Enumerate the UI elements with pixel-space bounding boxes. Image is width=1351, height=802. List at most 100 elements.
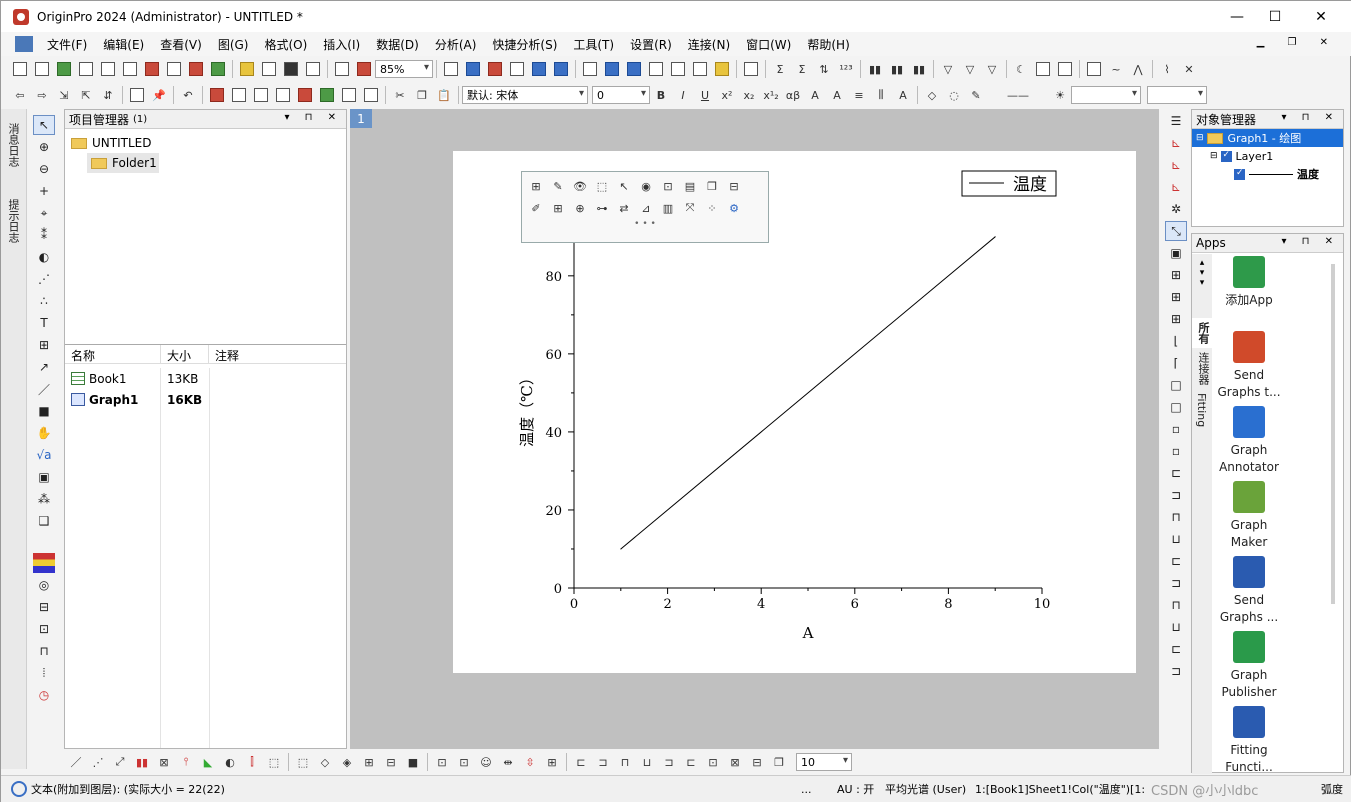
tree-folder[interactable]: Folder1 xyxy=(87,153,159,173)
line-color-icon[interactable]: ✎ xyxy=(966,85,986,105)
align6-icon-r[interactable]: ⊐ xyxy=(1165,573,1187,593)
3d-box-icon[interactable]: ⬚ xyxy=(264,752,284,772)
merge-graphs-icon[interactable]: ⊡ xyxy=(454,752,474,772)
stack-plot-icon[interactable]: ▮▮ xyxy=(909,59,929,79)
list-item[interactable]: Book1 13KB xyxy=(65,368,346,389)
new-matrix-icon[interactable] xyxy=(76,59,96,79)
box-plot-icon[interactable]: ⫿ xyxy=(242,752,262,772)
command-window-icon[interactable] xyxy=(690,59,710,79)
show-all-icon[interactable]: ◉ xyxy=(635,175,657,197)
add-axis-icon[interactable]: ⊶ xyxy=(591,197,613,219)
refresh-icon[interactable] xyxy=(354,59,374,79)
points-icon[interactable]: ⁘ xyxy=(701,197,723,219)
rescale-icon[interactable]: ⇲ xyxy=(54,85,74,105)
line-width-combo[interactable] xyxy=(1071,86,1141,104)
pin-icon[interactable]: 📌 xyxy=(149,85,169,105)
insert-table-icon[interactable]: ⊞ xyxy=(33,335,55,355)
app-item[interactable]: Send Graphs t... xyxy=(1216,331,1282,401)
duplicate-icon[interactable] xyxy=(529,59,549,79)
object-align-left-icon[interactable]: ⊏ xyxy=(571,752,591,772)
layer-icon[interactable] xyxy=(1084,59,1104,79)
print-icon[interactable] xyxy=(441,59,461,79)
menu-help[interactable]: 帮助(H) xyxy=(799,36,857,53)
axis-red-icon[interactable]: ⊾ xyxy=(1165,133,1187,153)
pointer-icon[interactable]: ↖ xyxy=(33,115,55,135)
line-plot-icon[interactable]: ／ xyxy=(66,752,86,772)
new-layout-icon[interactable] xyxy=(142,59,162,79)
box2-icon[interactable]: □ xyxy=(1165,397,1187,417)
object-lock-icon[interactable]: ⊟ xyxy=(747,752,767,772)
plot-color-icon[interactable]: ✎ xyxy=(547,175,569,197)
app-item[interactable]: 添加App xyxy=(1216,256,1282,309)
screen-reader-icon[interactable]: + xyxy=(33,181,55,201)
app-item[interactable]: Send Graphs ... xyxy=(1216,556,1282,626)
arrow-tool-icon[interactable]: ↗ xyxy=(33,357,55,377)
link-icon[interactable] xyxy=(295,85,315,105)
image-plot-icon[interactable]: ■ xyxy=(403,752,423,772)
apps-tab-connectors[interactable]: 连接器 xyxy=(1192,348,1214,389)
om-layer-node[interactable]: ⊟ Layer1 xyxy=(1192,147,1343,165)
col-comment[interactable]: 注释 xyxy=(209,345,346,363)
apps-scrollbar[interactable] xyxy=(1331,264,1335,604)
refresh-window-icon[interactable] xyxy=(551,59,571,79)
object-back-icon[interactable]: ⊏ xyxy=(681,752,701,772)
select-plot-icon[interactable]: ↖ xyxy=(613,175,635,197)
new-graph-icon[interactable] xyxy=(98,59,118,79)
sum-icon[interactable]: Σ xyxy=(770,59,790,79)
fill-color-icon[interactable]: ◇ xyxy=(922,85,942,105)
messages-log-icon[interactable] xyxy=(624,59,644,79)
menu-analysis[interactable]: 分析(A) xyxy=(427,36,485,53)
stack-layers-icon[interactable]: ☰ xyxy=(1165,111,1187,131)
zoom-in-icon[interactable]: ⊕ xyxy=(33,137,55,157)
project-explorer-icon[interactable] xyxy=(580,59,600,79)
shrink-font-icon[interactable]: A xyxy=(827,85,847,105)
distribute-icon[interactable]: ⦙ xyxy=(33,663,55,683)
align4-icon-r[interactable]: ⊔ xyxy=(1165,529,1187,549)
peak-icon[interactable]: ⋀ xyxy=(1128,59,1148,79)
save-icon[interactable] xyxy=(281,59,301,79)
font-color-icon[interactable]: A xyxy=(893,85,913,105)
bracket-icon[interactable]: ⌊ xyxy=(1165,331,1187,351)
maximize-button[interactable]: ☐ xyxy=(1252,1,1298,32)
pattern-icon[interactable]: ◌ xyxy=(944,85,964,105)
axis-break-icon[interactable]: ✲ xyxy=(1165,199,1187,219)
align5-icon-r[interactable]: ⊏ xyxy=(1165,551,1187,571)
rectangle-tool-icon[interactable]: ■ xyxy=(33,401,55,421)
statistics-icon[interactable]: Σ xyxy=(792,59,812,79)
tree-root[interactable]: UNTITLED xyxy=(71,133,340,153)
annotate-icon[interactable]: ⤧ xyxy=(679,197,701,219)
hide-plot-icon[interactable]: 👁 xyxy=(569,175,591,197)
search-icon[interactable] xyxy=(11,781,27,797)
align-icon[interactable]: ≡ xyxy=(849,85,869,105)
bar-plot-icon[interactable]: ▮▮ xyxy=(887,59,907,79)
brightness-icon[interactable]: ☀ xyxy=(1050,85,1070,105)
box-icon[interactable]: □ xyxy=(1165,375,1187,395)
new-book-icon[interactable] xyxy=(54,59,74,79)
bold-icon[interactable]: B xyxy=(651,85,671,105)
col-size[interactable]: 大小 xyxy=(161,345,209,363)
resize-layer-icon[interactable]: ⊕ xyxy=(569,197,591,219)
undo-icon[interactable]: ↶ xyxy=(178,85,198,105)
close-toolbar-icon[interactable]: ✕ xyxy=(1179,59,1199,79)
layer-contents-icon[interactable] xyxy=(361,85,381,105)
size-combo[interactable]: 10 xyxy=(796,753,852,771)
pane-buttons[interactable]: ▾ ⊓ ✕ xyxy=(1281,112,1339,123)
text-tool-icon[interactable]: T xyxy=(33,313,55,333)
timer-icon[interactable]: ◷ xyxy=(33,685,55,705)
menu-connectivity[interactable]: 连接(N) xyxy=(680,36,738,53)
zoom-out-icon[interactable]: ⊖ xyxy=(33,159,55,179)
pane-buttons[interactable]: ▾ ⊓ ✕ xyxy=(284,112,342,123)
copy-page-icon[interactable] xyxy=(485,59,505,79)
paste-icon[interactable]: 📋 xyxy=(434,85,454,105)
grow-font-icon[interactable]: A xyxy=(805,85,825,105)
area-icon[interactable]: ◣ xyxy=(198,752,218,772)
zoom-combo[interactable]: 85% xyxy=(375,60,433,78)
open-template-icon[interactable] xyxy=(259,59,279,79)
filter-icon[interactable]: ▽ xyxy=(938,59,958,79)
align8-icon-r[interactable]: ⊔ xyxy=(1165,617,1187,637)
new-excel-icon[interactable] xyxy=(186,59,206,79)
menu-edit[interactable]: 编辑(E) xyxy=(95,36,152,53)
layer-frame-icon[interactable]: ⊞ xyxy=(525,175,547,197)
new-notes-icon[interactable] xyxy=(164,59,184,79)
object-front-icon[interactable]: ⊐ xyxy=(659,752,679,772)
